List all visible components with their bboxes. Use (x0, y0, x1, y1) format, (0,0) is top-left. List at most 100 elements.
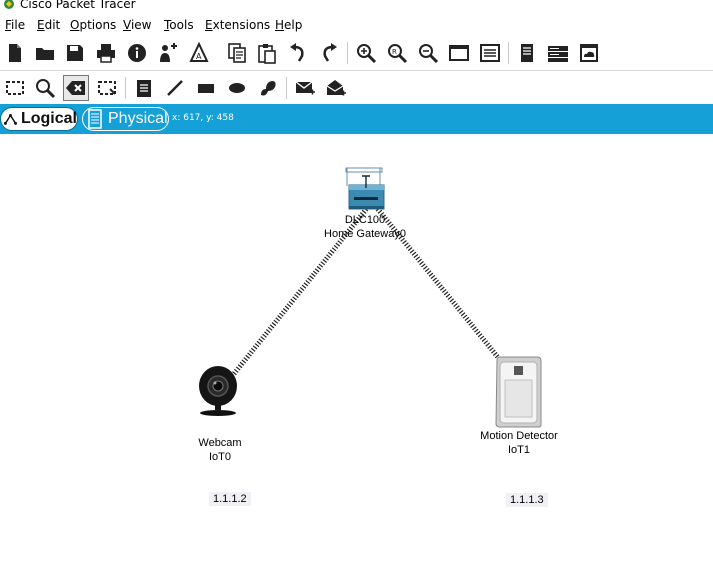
drawing-palette-button[interactable] (446, 40, 472, 66)
print-button[interactable] (93, 40, 119, 66)
window-title: Cisco Packet Tracer (20, 0, 136, 11)
info-icon (128, 44, 146, 62)
redo-icon (323, 43, 337, 62)
menu-tools[interactable]: Tools (164, 18, 194, 32)
draw-rectangle-button[interactable] (193, 75, 219, 101)
svg-text:A: A (196, 52, 202, 61)
motion-model: Motion Detector (480, 430, 558, 442)
resize-icon (98, 81, 116, 95)
zoom-in-button[interactable] (353, 40, 379, 66)
menu-bar: File Edit Options View Tools Extensions … (0, 15, 713, 35)
line-icon (167, 80, 183, 96)
print-icon (97, 44, 115, 63)
cloud-view-button[interactable] (576, 40, 602, 66)
delete-icon (66, 81, 85, 95)
custom-device-icon: A (189, 42, 209, 62)
server-rack-button[interactable] (545, 40, 571, 66)
draw-freeform-button[interactable] (255, 75, 281, 101)
webcam-model: Webcam (198, 437, 242, 449)
main-toolbar: A R (0, 36, 713, 71)
cloud-window-icon (580, 44, 598, 62)
menu-extensions[interactable]: Extensions (205, 18, 270, 32)
toolbar-separator (508, 42, 509, 64)
paste-button[interactable] (254, 40, 280, 66)
ellipse-icon (229, 83, 245, 93)
menu-file[interactable]: File (5, 18, 25, 32)
tools-toolbar (0, 71, 713, 103)
webcam-label: Webcam IoT0 (180, 436, 260, 464)
redo-button[interactable] (316, 40, 342, 66)
custom-device-dialog-button[interactable] (477, 40, 503, 66)
envelope-icon (295, 81, 315, 95)
zoom-out-button[interactable] (415, 40, 441, 66)
rectangle-icon (198, 84, 214, 93)
gateway-label: DLC100 Home Gateway0 (315, 213, 415, 241)
draw-line-button[interactable] (162, 75, 188, 101)
webcam-ip-label: 1.1.1.2 (209, 492, 251, 506)
toolbar-separator (347, 42, 348, 64)
delete-button[interactable] (63, 75, 89, 101)
window-icon (449, 45, 469, 61)
save-button[interactable] (62, 40, 88, 66)
copy-button[interactable] (224, 40, 250, 66)
open-folder-icon (36, 48, 54, 60)
inspect-button[interactable] (32, 75, 58, 101)
webcam-name: IoT0 (208, 451, 231, 463)
activity-wizard-button[interactable] (155, 40, 181, 66)
place-note-button[interactable] (131, 75, 157, 101)
open-button[interactable] (32, 40, 58, 66)
logical-topology-icon (4, 113, 17, 125)
undo-icon (290, 43, 304, 62)
resize-shape-button[interactable] (94, 75, 120, 101)
tab-logical-label: Logical (20, 110, 77, 127)
document-icon (521, 44, 533, 62)
logical-workspace-canvas[interactable]: DLC100 Home Gateway0 Webcam IoT0 Motion … (0, 134, 713, 573)
new-file-button[interactable] (2, 40, 28, 66)
server-rack-icon (548, 46, 568, 62)
activity-wizard-icon (160, 43, 177, 62)
custom-device-button[interactable]: A (186, 40, 212, 66)
add-simple-pdu-button[interactable] (292, 75, 318, 101)
copy-icon (228, 43, 246, 63)
add-complex-pdu-button[interactable] (323, 75, 349, 101)
save-icon (67, 45, 83, 61)
workspace-mode-bar: Logical Physical x: 617, y: 458 (0, 104, 713, 134)
draw-ellipse-button[interactable] (224, 75, 250, 101)
zoom-out-icon (419, 44, 439, 64)
zoom-reset-button[interactable]: R (384, 40, 410, 66)
title-bar: Cisco Packet Tracer (0, 0, 713, 14)
webcam-device[interactable] (199, 366, 237, 416)
zoom-in-icon (357, 44, 377, 64)
motion-detector-device[interactable] (495, 356, 542, 428)
search-icon (36, 79, 56, 99)
tab-physical-label: Physical (108, 110, 168, 127)
paste-icon (258, 44, 276, 64)
physical-rack-icon (88, 109, 102, 129)
tab-logical[interactable]: Logical (0, 107, 78, 131)
command-log-button[interactable] (514, 40, 540, 66)
gateway-model: DLC100 (344, 214, 386, 226)
menu-edit[interactable]: Edit (37, 18, 60, 32)
gateway-name: Home Gateway0 (324, 228, 406, 240)
list-window-icon (480, 44, 500, 62)
links-layer (199, 167, 542, 428)
open-envelope-icon (326, 80, 346, 96)
toolbar-separator (286, 77, 287, 99)
menu-options[interactable]: Options (70, 18, 116, 32)
select-button[interactable] (2, 75, 28, 101)
home-gateway-device[interactable] (345, 167, 385, 210)
svg-text:R: R (392, 48, 397, 56)
select-icon (6, 81, 24, 95)
motion-ip-label: 1.1.1.3 (506, 493, 548, 507)
menu-help[interactable]: Help (275, 18, 302, 32)
motion-name: IoT1 (507, 444, 530, 456)
info-button[interactable] (124, 40, 150, 66)
freeform-icon (261, 81, 276, 96)
tab-physical[interactable]: Physical (82, 107, 169, 131)
undo-button[interactable] (285, 40, 311, 66)
menu-view[interactable]: View (123, 18, 151, 32)
packet-tracer-logo-icon (4, 0, 14, 9)
note-icon (137, 80, 151, 97)
new-file-icon (9, 44, 21, 62)
zoom-reset-icon: R (388, 44, 408, 64)
